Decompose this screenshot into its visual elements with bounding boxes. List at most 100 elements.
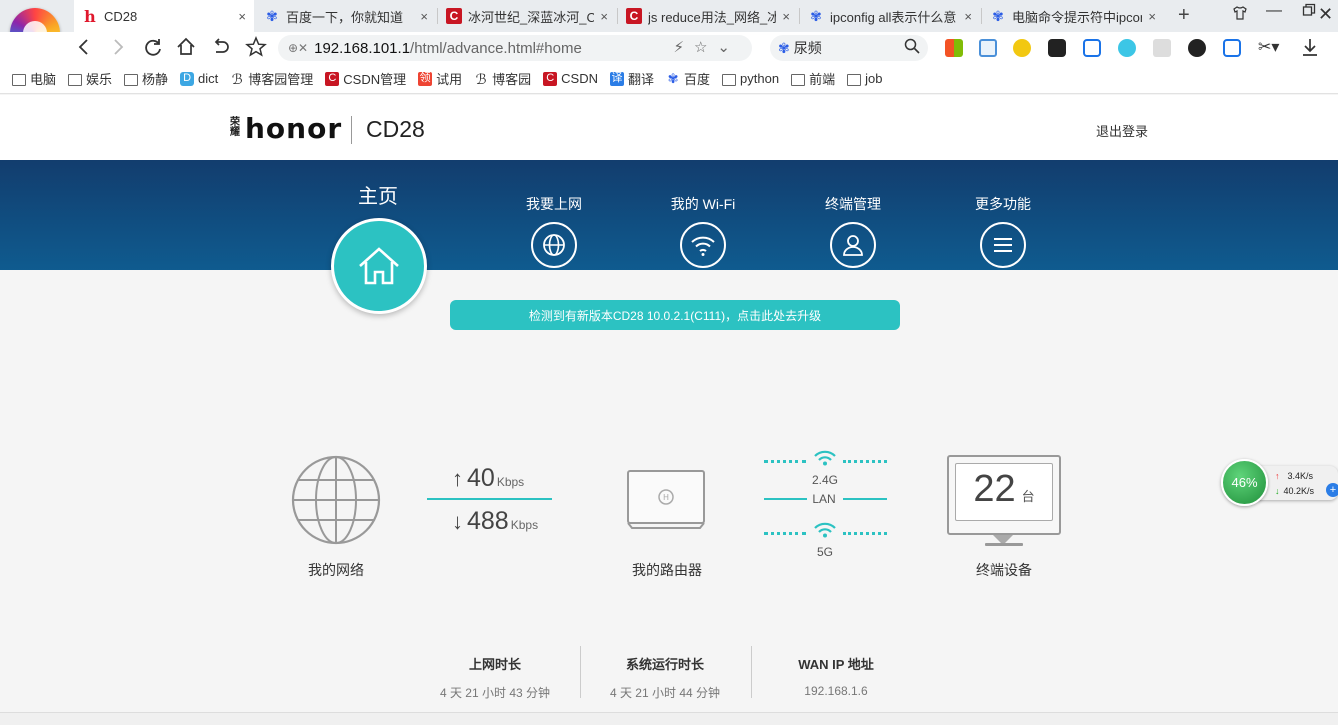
connection-line — [427, 498, 552, 500]
svg-text:H: H — [663, 493, 669, 502]
shirt-icon[interactable] — [1232, 5, 1248, 26]
browser-tab-bar: h CD28 × ✾ 百度一下，你就知道 × C 冰河世纪_深蓝冰河_CSD ×… — [0, 0, 1338, 32]
gamepad-ext-icon[interactable] — [1048, 39, 1066, 57]
restore-icon[interactable] — [1302, 3, 1316, 22]
logout-link[interactable]: 退出登录 — [1096, 121, 1148, 140]
bookmark-item[interactable]: job — [847, 71, 882, 86]
stat-heading: 系统运行时长 — [625, 657, 704, 672]
bookmark-item[interactable]: 前端 — [791, 69, 835, 88]
tab-csdn-2[interactable]: C js reduce用法_网络_冰 × — [618, 0, 798, 32]
close-tab-icon[interactable]: × — [238, 9, 246, 24]
bookmark-item[interactable]: ℬ 博客园管理 — [230, 69, 314, 88]
wifi-24-dots — [843, 460, 887, 463]
bookmark-item[interactable]: python — [722, 71, 779, 86]
bookmark-item[interactable]: 娱乐 — [68, 69, 112, 88]
speed-widget[interactable]: ↑ 3.4K/s ↓ 40.2K/s + 46% — [1221, 458, 1338, 506]
bookmark-item[interactable]: ℬ 博客园 — [474, 69, 532, 88]
nav-devices-label: 终端管理 — [825, 196, 881, 212]
memory-percent-ball[interactable]: 46% — [1221, 459, 1268, 506]
wifi-5-dots — [843, 532, 887, 535]
tab-title: CD28 — [104, 8, 138, 24]
house-icon — [359, 247, 399, 285]
upload-speed: ↑ 40 Kbps — [452, 464, 525, 492]
wifi-24-icon — [813, 448, 837, 471]
close-tab-icon[interactable]: × — [420, 9, 428, 24]
screenshot-ext-icon[interactable] — [979, 39, 997, 57]
address-actions[interactable]: ⚡☆⌄ — [673, 38, 740, 56]
router-device[interactable]: H — [626, 468, 708, 537]
arrow-down-icon: ↓ — [1275, 486, 1280, 496]
arrow-up-icon: ↑ — [1275, 471, 1280, 481]
star-icon[interactable] — [245, 36, 267, 64]
tab-cd28[interactable]: h CD28 × — [74, 0, 254, 32]
tab-baidu[interactable]: ✾ 百度一下，你就知道 × — [256, 0, 436, 32]
bookmark-item[interactable]: C CSDN管理 — [325, 69, 406, 88]
gear-ext-icon[interactable] — [1188, 39, 1206, 57]
baidu-paw-icon: ✾ — [992, 7, 1004, 24]
undo-icon[interactable] — [211, 36, 231, 64]
band-5-label: 5G — [816, 545, 833, 559]
address-bar[interactable]: ⊕✕ 192.168.101.1/html/advance.html#home … — [278, 35, 752, 61]
forward-icon[interactable] — [110, 36, 126, 64]
bookmark-item[interactable]: 杨静 — [124, 69, 168, 88]
blank-ext-icon[interactable] — [1153, 39, 1171, 57]
search-input[interactable]: 尿频 — [794, 38, 822, 58]
wifi-5-dots — [764, 532, 806, 535]
close-tab-icon[interactable]: × — [1148, 9, 1156, 24]
plus-icon[interactable]: + — [1326, 483, 1338, 497]
nav-wifi[interactable]: 我的 Wi-Fi — [648, 194, 758, 268]
csdn-icon: C — [325, 71, 340, 86]
tab-csdn-1[interactable]: C 冰河世纪_深蓝冰河_CSD × — [438, 0, 616, 32]
folder-icon — [791, 73, 806, 86]
close-tab-icon[interactable]: × — [964, 9, 972, 24]
arrow-down-icon: ↓ — [452, 509, 463, 534]
bookmark-item[interactable]: 电脑 — [12, 69, 56, 88]
tab-ipconfig[interactable]: ✾ ipconfig all表示什么意 × — [800, 0, 980, 32]
nav-devices[interactable]: 终端管理 — [798, 194, 908, 268]
minimize-icon[interactable]: — — [1266, 2, 1282, 20]
windows-ext-icon[interactable] — [945, 39, 963, 57]
router-icon: H — [627, 470, 705, 529]
model-name: CD28 — [366, 116, 425, 142]
device-count-screen: 22 台 — [955, 463, 1053, 521]
search-icon[interactable] — [904, 38, 920, 58]
download-icon[interactable] — [1300, 36, 1320, 64]
wifi-icon — [680, 222, 726, 268]
nav-internet[interactable]: 我要上网 — [499, 194, 609, 268]
grid-ext-icon[interactable] — [1223, 39, 1241, 57]
folder-icon — [124, 73, 139, 86]
bookmark-item[interactable]: ✾ 百度 — [666, 69, 710, 88]
scissors-icon[interactable]: ✂▾ — [1258, 36, 1279, 60]
bookmark-item[interactable]: Ddict — [180, 71, 218, 86]
pet-ext-icon[interactable] — [1013, 39, 1031, 57]
close-tab-icon[interactable]: × — [600, 9, 608, 24]
new-tab-button[interactable]: + — [1178, 4, 1190, 27]
nav-home-button[interactable] — [331, 218, 427, 314]
not-secure-icon[interactable]: ⊕✕ — [288, 41, 308, 55]
my-network-globe[interactable] — [290, 454, 382, 551]
nav-wifi-label: 我的 Wi-Fi — [670, 196, 736, 212]
bookmark-item[interactable]: 译翻译 — [610, 69, 654, 88]
back-icon[interactable] — [76, 36, 92, 64]
stat-heading: 上网时长 — [468, 657, 521, 672]
folder-icon — [847, 73, 862, 86]
bookmark-item[interactable]: 领试用 — [418, 69, 462, 88]
tab-cmd[interactable]: ✾ 电脑命令提示符中ipcon × — [982, 0, 1164, 32]
menu-icon — [980, 222, 1026, 268]
close-window-icon[interactable]: ✕ — [1318, 4, 1333, 25]
close-tab-icon[interactable]: × — [782, 9, 790, 24]
home-icon[interactable] — [176, 36, 196, 64]
reload-icon[interactable] — [143, 36, 163, 64]
upgrade-notice-button[interactable]: 检测到有新版本CD28 10.0.2.1(C111)，点击此处去升级 — [450, 300, 900, 330]
folder-icon — [68, 73, 83, 86]
bookmark-item[interactable]: C CSDN — [543, 71, 598, 86]
p-ext-icon[interactable] — [1118, 39, 1136, 57]
search-box[interactable]: ✾ 尿频 — [770, 35, 928, 61]
download-rate: ↓ 40.2K/s — [1275, 486, 1315, 496]
csdn-icon: C — [626, 8, 642, 24]
devices-monitor[interactable]: 22 台 — [947, 455, 1061, 535]
sync-ext-icon[interactable] — [1083, 39, 1101, 57]
divider — [351, 116, 352, 144]
lingyong-icon: 领 — [418, 71, 433, 86]
nav-more[interactable]: 更多功能 — [948, 194, 1058, 268]
